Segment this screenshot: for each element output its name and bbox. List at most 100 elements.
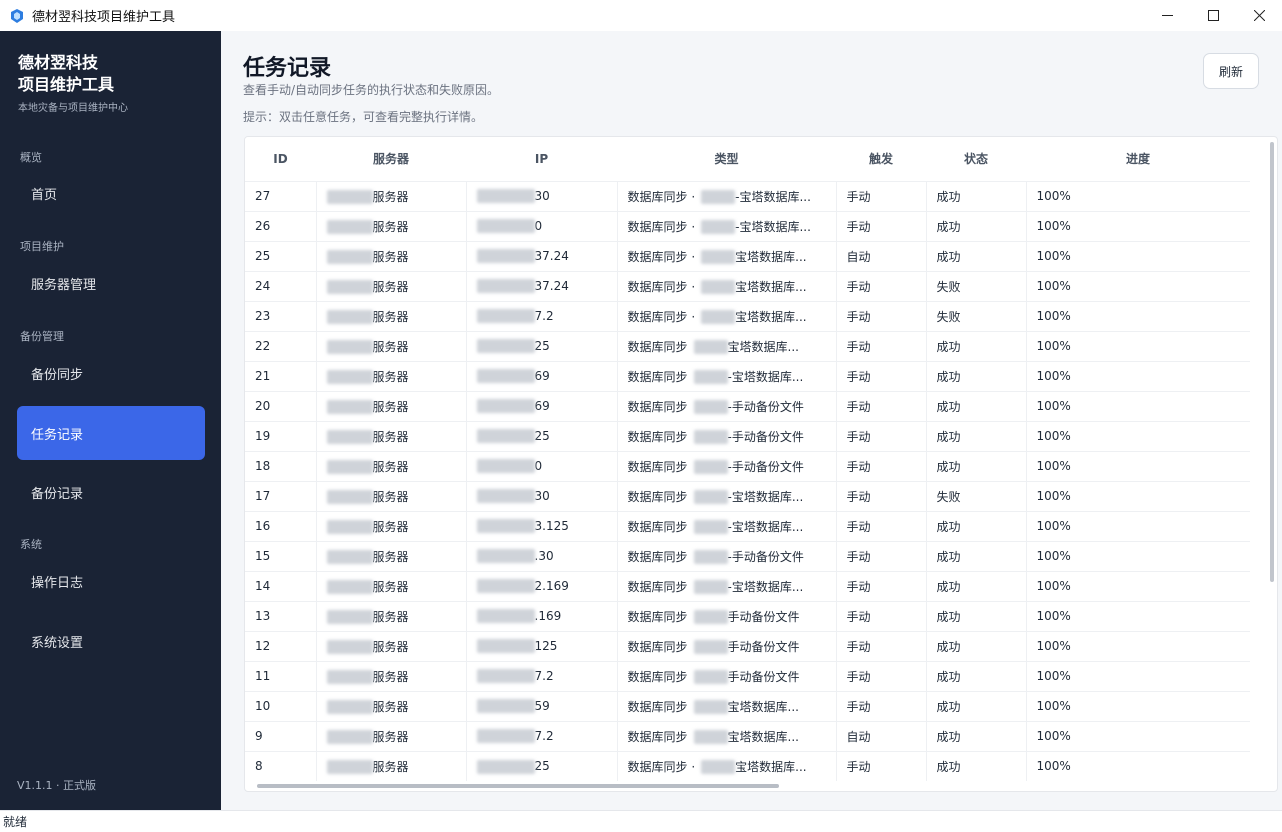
cell-status: 成功 <box>926 330 1027 361</box>
cell-status: 成功 <box>926 510 1027 541</box>
redacted-block <box>693 370 728 384</box>
section-system: 系统 <box>20 538 42 551</box>
column-header-status[interactable]: 状态 <box>926 137 1026 181</box>
cell-trigger: 手动 <box>836 480 927 511</box>
redacted-block <box>326 370 373 384</box>
cell-status: 失败 <box>926 270 1027 301</box>
cell-trigger: 手动 <box>836 360 927 391</box>
cell-server: 服务器 <box>316 510 467 541</box>
cell-id: 19 <box>245 420 317 451</box>
sidebar-item-backup-sync[interactable]: 备份同步 <box>17 346 205 400</box>
sidebar-item-tasks[interactable]: 任务记录 <box>17 406 205 460</box>
redacted-block <box>476 279 535 294</box>
table-row[interactable]: 11 服务器 7.2 数据库同步 手动备份文件 手动 成功 100% <box>245 660 1250 691</box>
maximize-button[interactable] <box>1190 0 1236 31</box>
cell-id: 25 <box>245 240 317 271</box>
refresh-button[interactable]: 刷新 <box>1203 53 1259 89</box>
sidebar-item-servers[interactable]: 服务器管理 <box>17 256 205 310</box>
redacted-block <box>476 579 535 594</box>
redacted-block <box>326 190 373 204</box>
table-row[interactable]: 16 服务器 3.125 数据库同步 -宝塔数据库... 手动 成功 100% <box>245 510 1250 541</box>
horizontal-scrollbar[interactable] <box>257 784 779 788</box>
redacted-block <box>476 459 535 474</box>
cell-type: 数据库同步 -宝塔数据库... <box>617 570 837 601</box>
redacted-block <box>326 400 373 414</box>
redacted-block <box>326 610 373 624</box>
cell-ip: 125 <box>466 630 618 661</box>
table-row[interactable]: 24 服务器 37.24 数据库同步 · 宝塔数据库... 手动 失败 100% <box>245 270 1250 301</box>
page-description: 查看手动/自动同步任务的执行状态和失败原因。 <box>243 83 500 97</box>
cell-trigger: 手动 <box>836 450 927 481</box>
table-row[interactable]: 15 服务器 .30 数据库同步 -手动备份文件 手动 成功 100% <box>245 540 1250 571</box>
cell-ip: 3.125 <box>466 510 618 541</box>
cell-type: 数据库同步 宝塔数据库... <box>617 720 837 751</box>
cell-server: 服务器 <box>316 480 467 511</box>
cell-trigger: 手动 <box>836 210 927 241</box>
section-overview: 概览 <box>20 151 42 164</box>
sidebar-item-logs[interactable]: 操作日志 <box>17 554 205 608</box>
cell-trigger: 手动 <box>836 180 927 211</box>
cell-progress: 100% <box>1026 630 1250 661</box>
minimize-button[interactable] <box>1144 0 1190 31</box>
cell-server: 服务器 <box>316 630 467 661</box>
redacted-block <box>476 249 535 264</box>
cell-trigger: 手动 <box>836 330 927 361</box>
cell-status: 成功 <box>926 660 1027 691</box>
brand-title: 德材翌科技 项目维护工具 <box>18 52 208 96</box>
table-row[interactable]: 19 服务器 25 数据库同步 -手动备份文件 手动 成功 100% <box>245 420 1250 451</box>
window-title: 德材翌科技项目维护工具 <box>32 10 176 25</box>
sidebar-item-settings[interactable]: 系统设置 <box>17 614 205 668</box>
column-header-progress[interactable]: 进度 <box>1026 137 1250 181</box>
cell-server: 服务器 <box>316 660 467 691</box>
cell-trigger: 手动 <box>836 300 927 331</box>
cell-id: 14 <box>245 570 317 601</box>
column-header-server[interactable]: 服务器 <box>316 137 466 181</box>
redacted-block <box>693 490 728 504</box>
cell-trigger: 自动 <box>836 240 927 271</box>
vertical-scrollbar[interactable] <box>1270 142 1274 582</box>
close-button[interactable] <box>1236 0 1282 31</box>
column-header-ip[interactable]: IP <box>466 137 617 181</box>
redacted-block <box>701 190 736 204</box>
cell-ip: .30 <box>466 540 618 571</box>
table-row[interactable]: 8 服务器 25 数据库同步 · 宝塔数据库... 手动 成功 100% <box>245 750 1250 781</box>
maximize-icon <box>1207 10 1219 21</box>
table-row[interactable]: 17 服务器 30 数据库同步 -宝塔数据库... 手动 失败 100% <box>245 480 1250 511</box>
column-header-trigger[interactable]: 触发 <box>836 137 926 181</box>
cell-progress: 100% <box>1026 360 1250 391</box>
redacted-block <box>693 700 728 714</box>
cell-server: 服务器 <box>316 690 467 721</box>
cell-id: 13 <box>245 600 317 631</box>
table-row[interactable]: 23 服务器 7.2 数据库同步 · 宝塔数据库... 手动 失败 100% <box>245 300 1250 331</box>
table-row[interactable]: 22 服务器 25 数据库同步 宝塔数据库... 手动 成功 100% <box>245 330 1250 361</box>
table-row[interactable]: 9 服务器 7.2 数据库同步 宝塔数据库... 自动 成功 100% <box>245 720 1250 751</box>
table-row[interactable]: 20 服务器 69 数据库同步 -手动备份文件 手动 成功 100% <box>245 390 1250 421</box>
table-row[interactable]: 14 服务器 2.169 数据库同步 -宝塔数据库... 手动 成功 100% <box>245 570 1250 601</box>
redacted-block <box>476 639 535 654</box>
cell-type: 数据库同步 · -宝塔数据库... <box>617 180 837 211</box>
column-header-id[interactable]: ID <box>245 137 316 181</box>
cell-server: 服务器 <box>316 330 467 361</box>
cell-trigger: 手动 <box>836 630 927 661</box>
cell-server: 服务器 <box>316 570 467 601</box>
table-row[interactable]: 12 服务器 125 数据库同步 手动备份文件 手动 成功 100% <box>245 630 1250 661</box>
redacted-block <box>476 189 535 204</box>
close-icon <box>1253 10 1265 21</box>
cell-ip: 25 <box>466 750 618 781</box>
sidebar-item-backup-records[interactable]: 备份记录 <box>17 465 205 519</box>
table-row[interactable]: 21 服务器 69 数据库同步 -宝塔数据库... 手动 成功 100% <box>245 360 1250 391</box>
cell-ip: 2.169 <box>466 570 618 601</box>
column-header-type[interactable]: 类型 <box>617 137 836 181</box>
cell-server: 服务器 <box>316 180 467 211</box>
task-table[interactable]: ID 服务器 IP 类型 触发 状态 进度 27 服务器 30 数据库同步 · -宝塔数… <box>244 136 1278 792</box>
sidebar: 德材翌科技 项目维护工具 本地灾备与项目维护中心 概览 首页 项目维护 服务器管… <box>0 31 221 810</box>
table-row[interactable]: 26 服务器 0 数据库同步 · -宝塔数据库... 手动 成功 100% <box>245 210 1250 241</box>
table-row[interactable]: 25 服务器 37.24 数据库同步 · 宝塔数据库... 自动 成功 100% <box>245 240 1250 271</box>
sidebar-item-home[interactable]: 首页 <box>17 166 205 220</box>
table-row[interactable]: 10 服务器 59 数据库同步 宝塔数据库... 手动 成功 100% <box>245 690 1250 721</box>
table-row[interactable]: 27 服务器 30 数据库同步 · -宝塔数据库... 手动 成功 100% <box>245 180 1250 211</box>
table-row[interactable]: 18 服务器 0 数据库同步 -手动备份文件 手动 成功 100% <box>245 450 1250 481</box>
table-row[interactable]: 13 服务器 .169 数据库同步 手动备份文件 手动 成功 100% <box>245 600 1250 631</box>
redacted-block <box>326 220 373 234</box>
redacted-block <box>693 340 728 354</box>
